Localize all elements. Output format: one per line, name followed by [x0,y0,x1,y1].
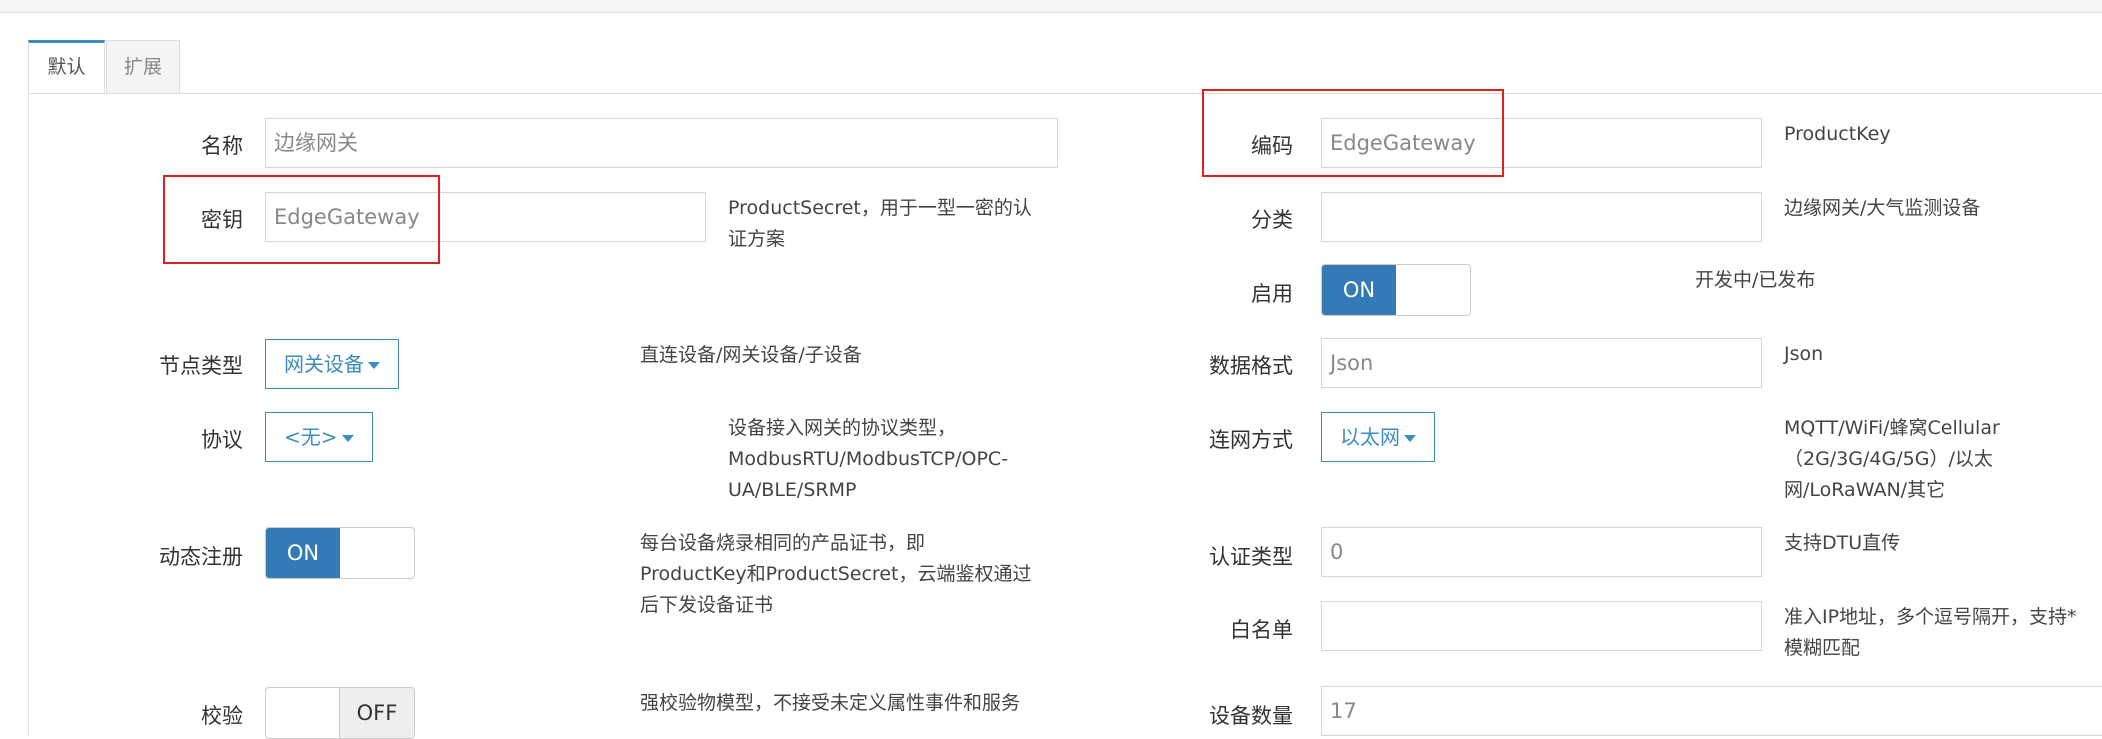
whitelist-help-line-2: 模糊匹配 [1784,637,1861,659]
category-help: 边缘网关/大气监测设备 [1784,197,1981,219]
data-format-input[interactable]: Json [1321,338,1762,388]
dynamic-register-help-line-1: 每台设备烧录相同的产品证书，即 [640,532,926,554]
protocol-value: <无> [284,425,338,449]
node-type-dropdown[interactable]: 网关设备 [265,339,399,389]
secret-help-line-1: ProductSecret，用于一型一密的认 [728,197,1032,219]
highlight-box-secret [163,175,440,264]
category-input[interactable] [1321,192,1762,242]
verify-toggle[interactable]: OFF [265,687,415,739]
protocol-help: 设备接入网关的协议类型， ModbusRTU/ModbusTCP/OPC- UA… [728,413,1068,506]
dynamic-register-toggle[interactable]: ON [265,527,415,579]
secret-help: ProductSecret，用于一型一密的认 证方案 [728,193,1068,255]
auth-type-help: 支持DTU直传 [1784,532,1901,554]
enabled-help: 开发中/已发布 [1695,269,1816,291]
network-help-line-2: （2G/3G/4G/5G）/以太 [1784,448,1993,470]
protocol-label: 协议 [201,428,243,452]
node-type-help: 直连设备/网关设备/子设备 [640,344,862,366]
whitelist-input[interactable] [1321,601,1762,651]
device-count-label: 设备数量 [1209,704,1293,728]
node-type-label: 节点类型 [159,354,243,378]
secret-help-line-2: 证方案 [728,228,786,250]
network-label: 连网方式 [1209,428,1293,452]
verify-help: 强校验物模型，不接受未定义属性事件和服务 [640,692,1021,714]
device-count-input[interactable]: 17 [1321,686,2102,736]
data-format-help: Json [1784,343,1824,365]
panel-left-border [28,94,29,735]
network-help: MQTT/WiFi/蜂窝Cellular （2G/3G/4G/5G）/以太 网/… [1784,413,2094,506]
whitelist-help-line-1: 准入IP地址，多个逗号隔开，支持* [1784,606,2077,628]
dynamic-register-label: 动态注册 [159,545,243,569]
auth-type-label: 认证类型 [1209,545,1293,569]
code-help: ProductKey [1784,123,1891,145]
top-bar [0,0,2102,13]
tab-extend[interactable]: 扩展 [106,40,180,93]
chevron-down-icon [1404,435,1416,442]
whitelist-help: 准入IP地址，多个逗号隔开，支持* 模糊匹配 [1784,602,2094,664]
verify-label: 校验 [201,704,243,728]
chevron-down-icon [341,435,354,442]
protocol-help-line-3: UA/BLE/SRMP [728,479,857,501]
network-help-line-1: MQTT/WiFi/蜂窝Cellular [1784,417,2000,439]
tab-strip-border [28,93,2102,94]
network-dropdown[interactable]: 以太网 [1321,412,1435,462]
dynamic-register-help: 每台设备烧录相同的产品证书，即 ProductKey和ProductSecret… [640,528,1080,621]
name-input[interactable]: 边缘网关 [265,118,1058,168]
toggle-on-label: ON [266,528,340,578]
auth-type-input[interactable]: 0 [1321,527,1762,577]
toggle-on-label: ON [1322,265,1396,315]
data-format-label: 数据格式 [1209,354,1293,378]
network-value: 以太网 [1340,425,1400,449]
name-label: 名称 [201,134,243,158]
tab-default[interactable]: 默认 [28,40,105,93]
whitelist-label: 白名单 [1230,618,1293,642]
protocol-help-line-1: 设备接入网关的协议类型， [728,417,957,439]
node-type-value: 网关设备 [284,352,364,376]
highlight-box-code [1202,89,1504,177]
enabled-toggle[interactable]: ON [1321,264,1471,316]
protocol-dropdown[interactable]: <无> [265,412,373,462]
chevron-down-icon [368,362,380,369]
protocol-help-line-2: ModbusRTU/ModbusTCP/OPC- [728,448,1009,470]
dynamic-register-help-line-2: ProductKey和ProductSecret，云端鉴权通过 [640,563,1032,585]
enabled-label: 启用 [1251,282,1293,306]
toggle-off-label: OFF [339,688,414,738]
dynamic-register-help-line-3: 后下发设备证书 [640,594,774,616]
network-help-line-3: 网/LoRaWAN/其它 [1784,479,1946,501]
category-label: 分类 [1251,208,1293,232]
